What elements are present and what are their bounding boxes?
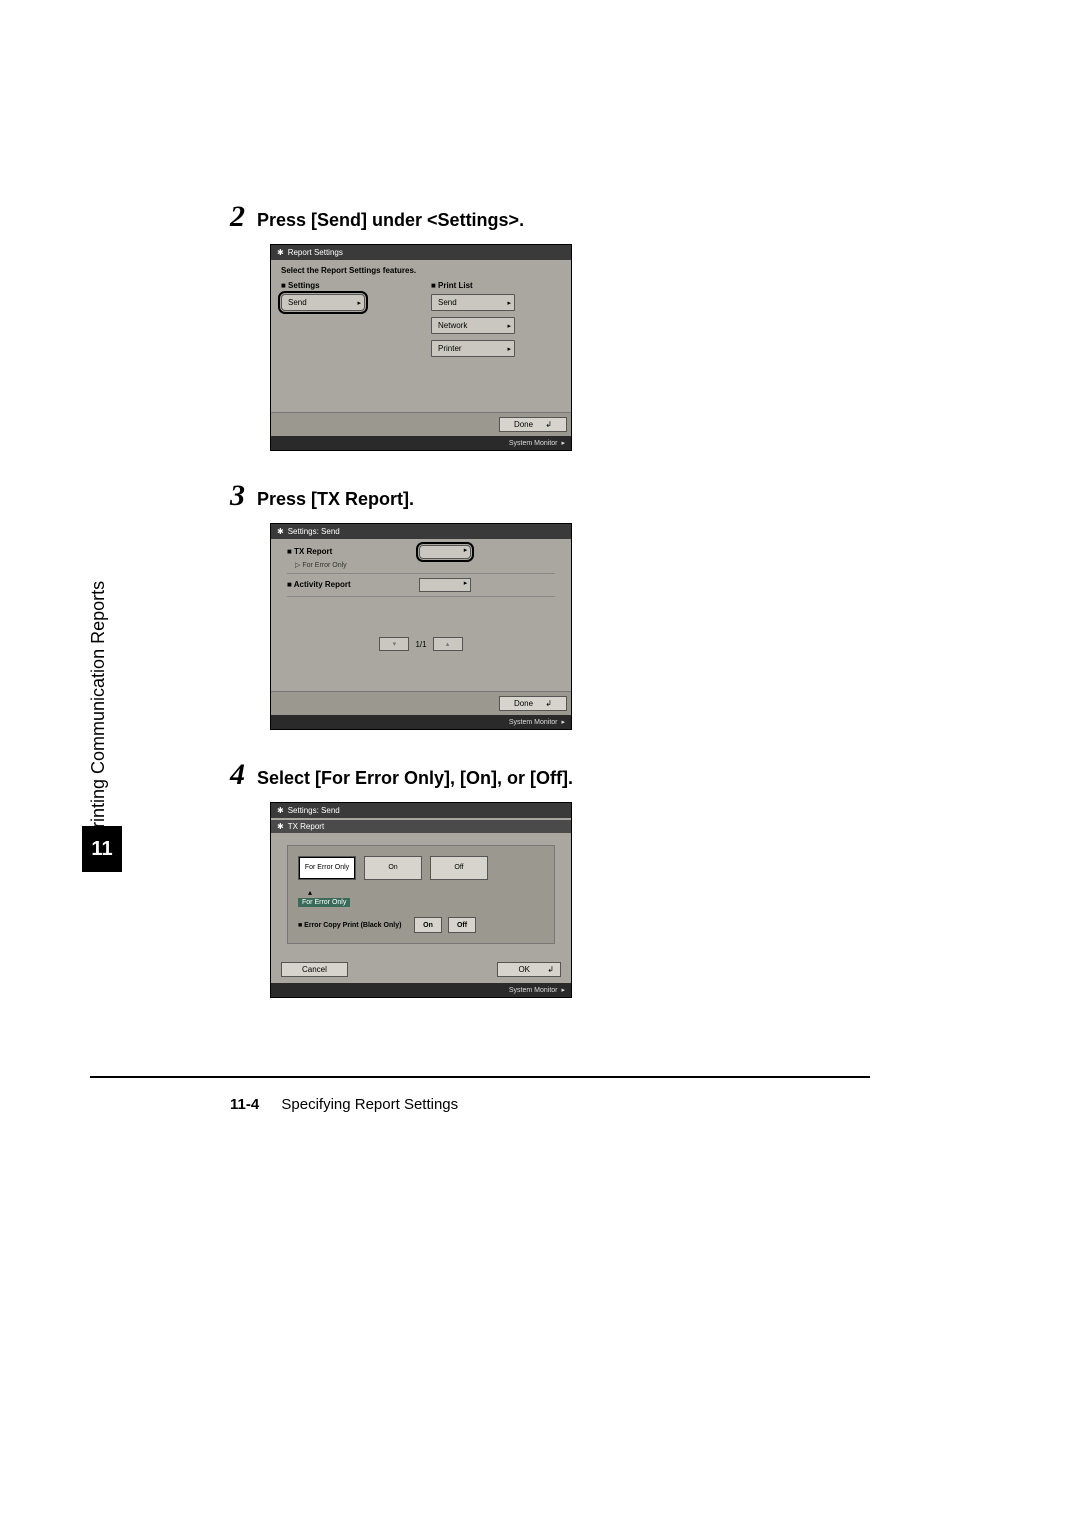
printlist-column-header: ■ Print List — [431, 281, 561, 290]
step-number: 4 — [230, 758, 245, 792]
ok-button[interactable]: OK ↲ — [497, 962, 561, 977]
system-monitor-button[interactable]: System Monitor — [509, 719, 558, 726]
for-error-only-button[interactable]: For Error Only — [298, 856, 356, 880]
tx-report-label: ■ TX Report — [287, 547, 417, 556]
section-title: Printing Communication Reports — [88, 590, 109, 840]
step-4: 4 Select [For Error Only], [On], or [Off… — [230, 758, 870, 998]
step-3: 3 Press [TX Report]. Settings: Send ■ TX… — [230, 479, 870, 730]
printer-button[interactable]: Printer ▸ — [431, 340, 515, 357]
page-number: 11-4 — [230, 1096, 259, 1113]
screenshot-subheader: TX Report — [271, 820, 571, 833]
system-monitor-button[interactable]: System Monitor — [509, 440, 558, 447]
gear-icon — [277, 248, 284, 257]
gear-icon — [277, 527, 284, 536]
step-title: Select [For Error Only], [On], or [Off]. — [257, 768, 573, 789]
chevron-right-icon: ▸ — [507, 299, 511, 307]
error-copy-off-button[interactable]: Off — [448, 917, 476, 933]
step-number: 3 — [230, 479, 245, 513]
divider — [287, 573, 555, 574]
chevron-right-icon: ▸ — [507, 322, 511, 330]
screenshot-settings-send: Settings: Send ■ TX Report ▸ ▷ For Error… — [270, 523, 572, 730]
chevron-right-icon: ▸ — [507, 345, 511, 353]
step-title: Press [TX Report]. — [257, 489, 414, 510]
send-button-settings[interactable]: Send ▸ — [281, 294, 365, 311]
error-copy-on-button[interactable]: On — [414, 917, 442, 933]
instruction-text: Select the Report Settings features. — [281, 266, 561, 275]
button-label: OK — [518, 965, 530, 974]
activity-report-label: ■ Activity Report — [287, 580, 417, 589]
screenshot-tx-report: Settings: Send TX Report For Error Only … — [270, 802, 572, 998]
return-icon: ↲ — [545, 420, 552, 429]
return-icon: ↲ — [547, 965, 554, 974]
chevron-right-icon: ▸ — [464, 546, 468, 554]
send-button-printlist[interactable]: Send ▸ — [431, 294, 515, 311]
network-button[interactable]: Network ▸ — [431, 317, 515, 334]
page-up-button[interactable]: ▴ — [433, 637, 463, 651]
chevron-right-icon: ▸ — [561, 439, 565, 447]
page: Printing Communication Reports 11 2 Pres… — [0, 0, 1080, 1528]
footer-title: Specifying Report Settings — [281, 1096, 458, 1113]
off-button[interactable]: Off — [430, 856, 488, 880]
header-title: Settings: Send — [288, 527, 340, 536]
button-label: Send — [438, 298, 457, 307]
done-button[interactable]: Done ↲ — [499, 696, 567, 711]
page-down-button[interactable]: ▾ — [379, 637, 409, 651]
button-label: Send — [288, 298, 307, 307]
gear-icon — [277, 822, 284, 831]
footer-rule — [90, 1076, 870, 1078]
screenshot-header: Report Settings — [271, 245, 571, 260]
done-button[interactable]: Done ↲ — [499, 417, 567, 432]
tx-report-current-value: ▷ For Error Only — [295, 561, 561, 569]
system-monitor-button[interactable]: System Monitor — [509, 987, 558, 994]
divider — [287, 596, 555, 597]
header-title: Settings: Send — [288, 806, 340, 815]
side-tab: Printing Communication Reports 11 — [88, 590, 116, 880]
tx-report-value-button[interactable]: ▸ — [419, 545, 471, 559]
page-indicator: 1/1 — [415, 640, 426, 649]
header-title: Report Settings — [288, 248, 343, 257]
selection-marker: For Error Only — [298, 898, 350, 907]
on-button[interactable]: On — [364, 856, 422, 880]
chevron-right-icon: ▸ — [561, 718, 565, 726]
button-label: Done — [514, 420, 533, 429]
return-icon: ↲ — [545, 699, 552, 708]
chevron-right-icon: ▸ — [357, 299, 361, 307]
content-area: 2 Press [Send] under <Settings>. Report … — [230, 200, 870, 1026]
settings-column-header: ■ Settings — [281, 281, 411, 290]
gear-icon — [277, 806, 284, 815]
screenshot-report-settings: Report Settings Select the Report Settin… — [270, 244, 572, 451]
chevron-right-icon: ▸ — [561, 986, 565, 994]
cancel-button[interactable]: Cancel — [281, 962, 348, 977]
marker-arrow-icon: ▴ — [308, 888, 544, 897]
chevron-right-icon: ▸ — [464, 579, 468, 587]
screenshot-header: Settings: Send — [271, 524, 571, 539]
button-label: Done — [514, 699, 533, 708]
chapter-number-box: 11 — [82, 826, 122, 872]
subheader-title: TX Report — [288, 822, 324, 831]
step-number: 2 — [230, 200, 245, 234]
page-footer: 11-4 Specifying Report Settings — [230, 1096, 458, 1113]
screenshot-header: Settings: Send — [271, 803, 571, 818]
step-title: Press [Send] under <Settings>. — [257, 210, 524, 231]
button-label: Network — [438, 321, 467, 330]
activity-report-value-button[interactable]: ▸ — [419, 578, 471, 592]
step-2: 2 Press [Send] under <Settings>. Report … — [230, 200, 870, 451]
error-copy-print-label: ■ Error Copy Print (Black Only) — [298, 922, 408, 929]
button-label: Printer — [438, 344, 462, 353]
